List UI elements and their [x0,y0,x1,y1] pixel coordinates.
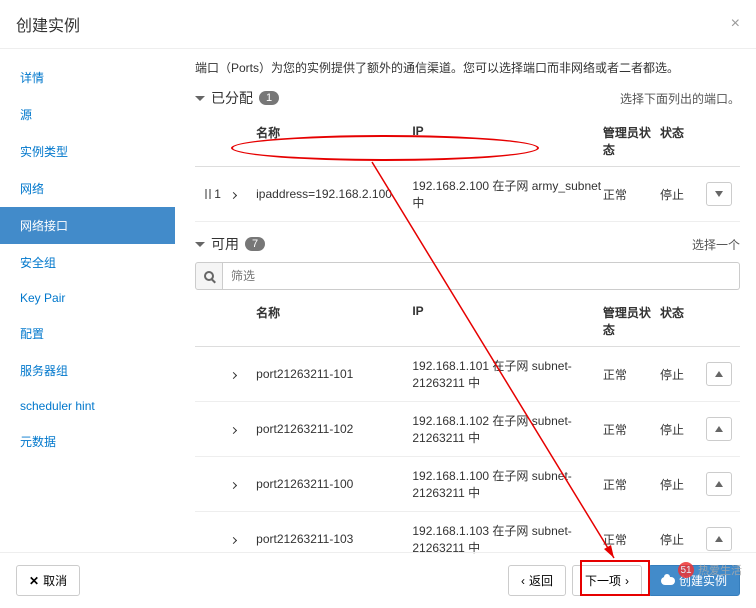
port-name: ipaddress=192.168.2.100 [252,187,412,201]
expand-toggle[interactable] [231,422,252,436]
col-admin: 管理员状态 [603,124,660,158]
admin-state: 正常 [603,476,660,493]
add-port-button[interactable] [706,362,732,386]
remove-port-button[interactable] [706,182,732,206]
search-button[interactable] [195,262,223,290]
col-ip: IP [412,304,603,338]
watermark-icon: 51 [678,562,694,578]
col-name: 名称 [252,304,412,338]
sidebar-item[interactable]: 服务器组 [0,352,175,389]
port-status: 停止 [660,421,706,438]
allocated-count-badge: 1 [259,91,279,105]
reorder-icon [205,189,211,199]
port-name: port21263211-101 [252,367,412,381]
chevron-right-icon [230,482,237,489]
allocated-row: 1 ipaddress=192.168.2.100 192.168.2.100 … [195,167,740,222]
port-name: port21263211-103 [252,532,412,546]
sidebar-item[interactable]: Key Pair [0,281,175,315]
dialog-footer: ✕取消 ‹返回 下一项› 创建实例 [0,552,756,608]
chevron-right-icon: › [625,574,629,588]
sidebar-item[interactable]: scheduler hint [0,389,175,423]
watermark-text: 热爱生活 [698,562,742,578]
col-ip: IP [412,124,603,158]
allocated-title: 已分配 [211,88,253,108]
expand-toggle[interactable] [231,367,252,381]
allocated-section-header[interactable]: 已分配 1 [195,88,279,108]
sidebar: 详情源实例类型网络网络接口安全组Key Pair配置服务器组scheduler … [0,49,175,559]
expand-toggle[interactable] [231,187,252,201]
col-status: 状态 [660,304,706,338]
admin-state: 正常 [603,421,660,438]
available-row: port21263211-102 192.168.1.102 在子网 subne… [195,402,740,457]
arrow-up-icon [715,426,723,432]
cloud-icon [661,577,675,585]
main-panel: 端口（Ports）为您的实例提供了额外的通信渠道。您可以选择端口而非网络或者二者… [175,49,756,559]
sidebar-item[interactable]: 网络接口 [0,207,175,244]
admin-state: 正常 [603,186,660,203]
sidebar-item[interactable]: 配置 [0,315,175,352]
next-button[interactable]: 下一项› [572,565,642,596]
back-button[interactable]: ‹返回 [508,565,566,596]
col-name: 名称 [252,124,412,158]
chevron-right-icon [230,192,237,199]
col-status: 状态 [660,124,706,158]
sidebar-item[interactable]: 详情 [0,59,175,96]
sidebar-item[interactable]: 元数据 [0,423,175,460]
port-status: 停止 [660,366,706,383]
chevron-right-icon [230,537,237,544]
chevron-left-icon: ‹ [521,574,525,588]
arrow-up-icon [715,371,723,377]
port-name: port21263211-100 [252,477,412,491]
cancel-button[interactable]: ✕取消 [16,565,80,596]
chevron-right-icon [230,372,237,379]
sidebar-item[interactable]: 网络 [0,170,175,207]
allocated-hint: 选择下面列出的端口。 [620,90,740,107]
add-port-button[interactable] [706,527,732,551]
add-port-button[interactable] [706,417,732,441]
sidebar-item[interactable]: 安全组 [0,244,175,281]
reorder-handle[interactable]: 1 [195,187,231,201]
filter-bar [195,262,740,290]
x-icon: ✕ [29,574,39,588]
available-table-header: 名称 IP 管理员状态 状态 [195,296,740,347]
arrow-up-icon [715,536,723,542]
available-row: port21263211-101 192.168.1.101 在子网 subne… [195,347,740,402]
dialog-title: 创建实例 [16,12,80,36]
filter-input[interactable] [223,262,740,290]
close-icon[interactable]: × [731,15,740,33]
chevron-down-icon [195,96,205,101]
available-hint: 选择一个 [692,236,740,253]
available-title: 可用 [211,234,239,254]
admin-state: 正常 [603,366,660,383]
port-status: 停止 [660,531,706,548]
chevron-right-icon [230,427,237,434]
admin-state: 正常 [603,531,660,548]
port-status: 停止 [660,476,706,493]
add-port-button[interactable] [706,472,732,496]
search-icon [204,271,214,281]
port-ip: 192.168.2.100 在子网 army_subnet 中 [412,177,603,211]
port-ip: 192.168.1.100 在子网 subnet-21263211 中 [412,467,603,501]
expand-toggle[interactable] [231,532,252,546]
sidebar-item[interactable]: 实例类型 [0,133,175,170]
port-ip: 192.168.1.102 在子网 subnet-21263211 中 [412,412,603,446]
available-row: port21263211-100 192.168.1.100 在子网 subne… [195,457,740,512]
port-status: 停止 [660,186,706,203]
chevron-down-icon [195,242,205,247]
available-count-badge: 7 [245,237,265,251]
watermark: 51 热爱生活 [678,562,742,578]
allocated-table-header: 名称 IP 管理员状态 状态 [195,116,740,167]
port-name: port21263211-102 [252,422,412,436]
expand-toggle[interactable] [231,477,252,491]
available-section-header[interactable]: 可用 7 [195,234,265,254]
col-admin: 管理员状态 [603,304,660,338]
sidebar-item[interactable]: 源 [0,96,175,133]
description-text: 端口（Ports）为您的实例提供了额外的通信渠道。您可以选择端口而非网络或者二者… [195,59,740,78]
port-ip: 192.168.1.101 在子网 subnet-21263211 中 [412,357,603,391]
arrow-down-icon [715,191,723,197]
arrow-up-icon [715,481,723,487]
